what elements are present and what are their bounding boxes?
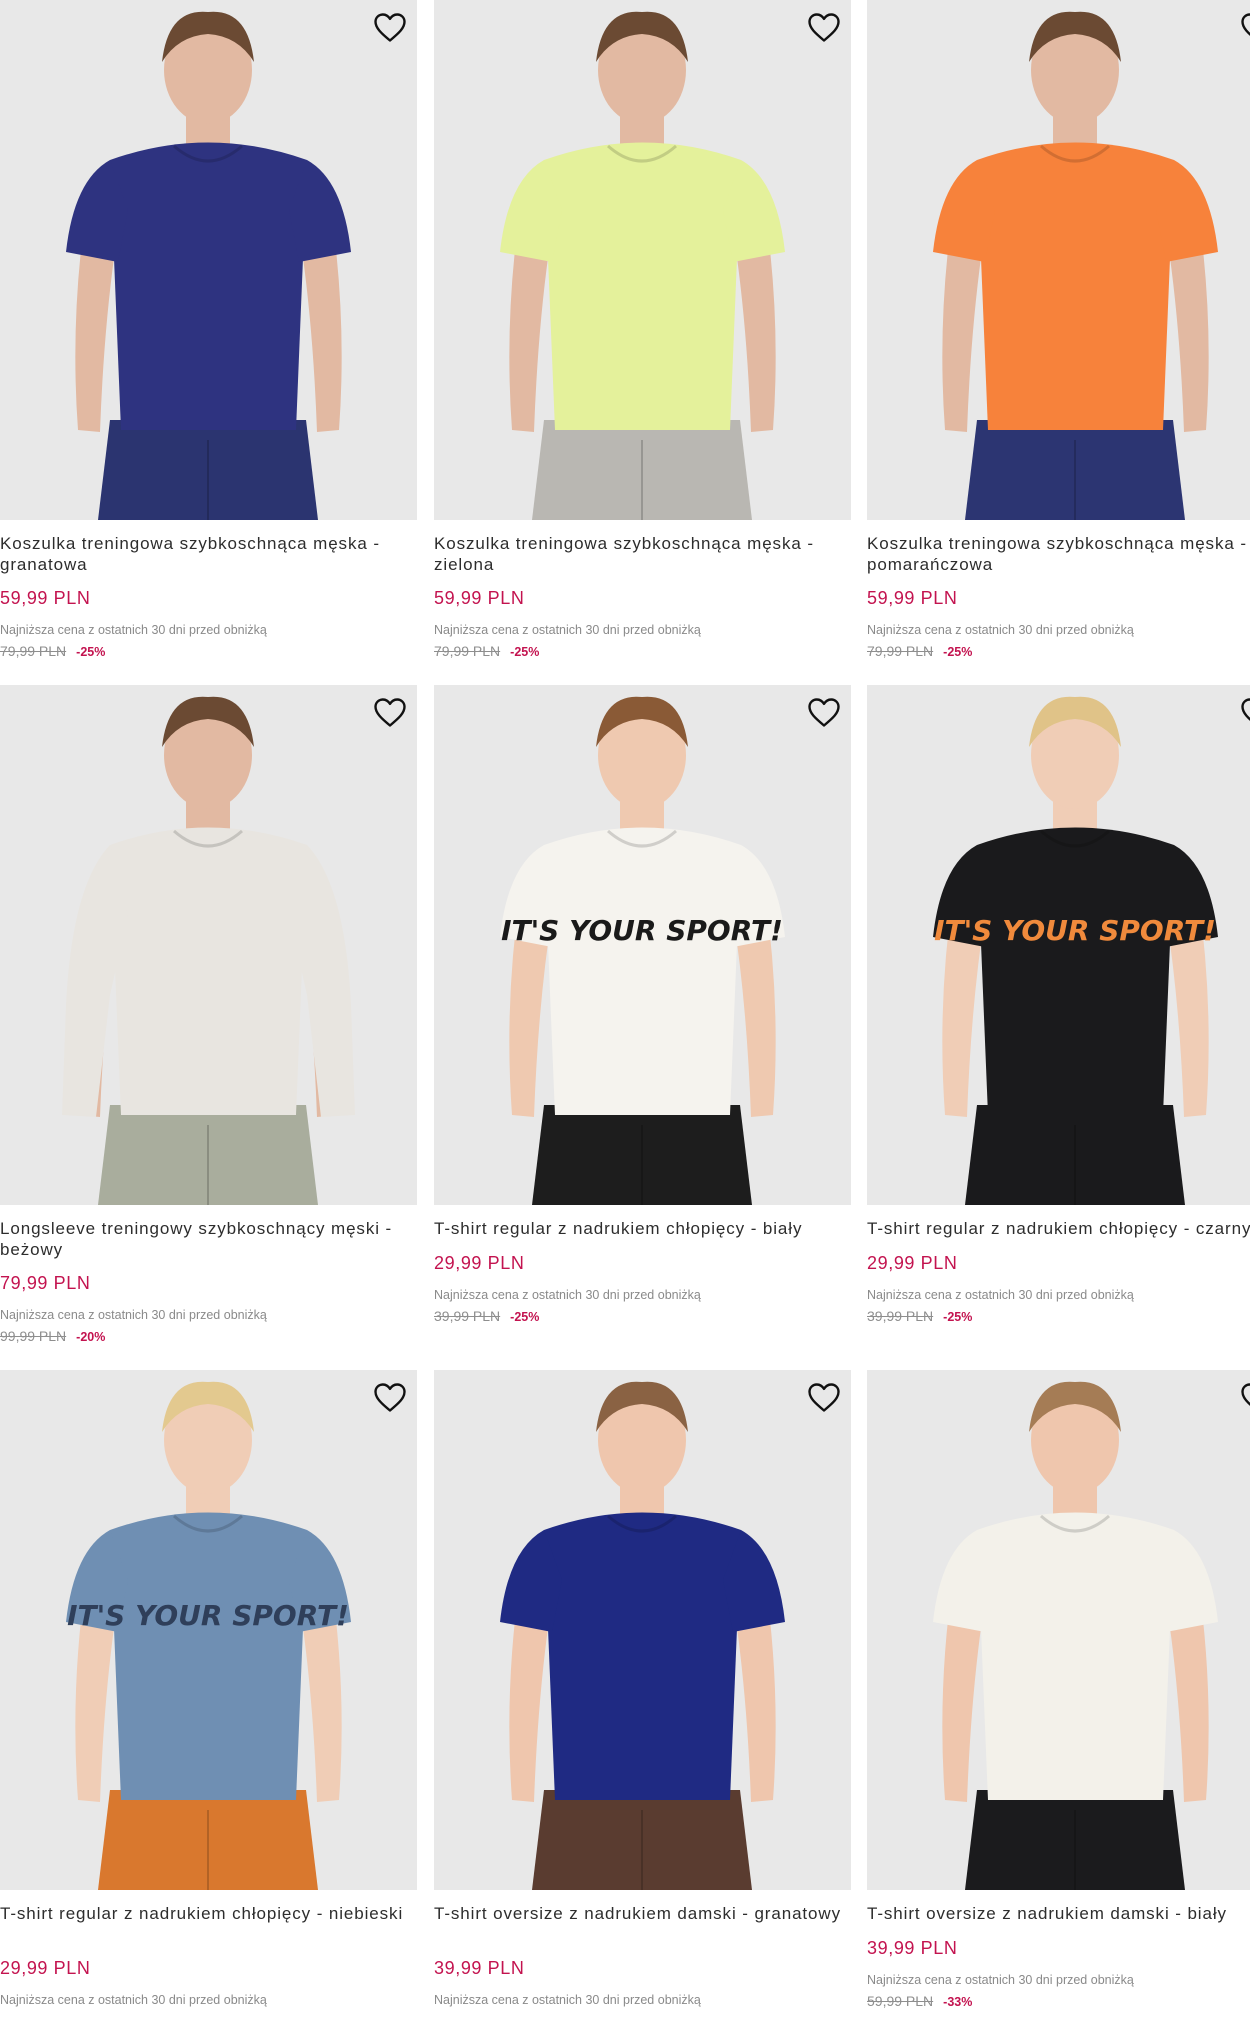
old-price-row: 79,99 PLN -25% <box>0 642 105 661</box>
product-title[interactable]: T-shirt regular z nadrukiem chłopięcy - … <box>0 1903 416 1924</box>
shirt-print-graphic: IT'S YOUR SPORT! <box>501 914 783 947</box>
lowest-price-note: Najniższa cena z ostatnich 30 dni przed … <box>0 623 267 637</box>
model-photo <box>0 0 417 520</box>
old-price: 79,99 PLN <box>0 643 67 659</box>
product-title[interactable]: Koszulka treningowa szybkoschnąca męska … <box>434 533 850 575</box>
old-price-row: 99,99 PLN -20% <box>0 1327 105 1346</box>
wishlist-heart-icon[interactable] <box>1238 1378 1250 1416</box>
discount-badge: -25% <box>510 645 540 659</box>
product-image[interactable] <box>0 685 417 1205</box>
old-price: 59,99 PLN <box>867 1993 934 2009</box>
old-price-row: 59,99 PLN -33% <box>867 1992 972 2011</box>
old-price: 39,99 PLN <box>434 1308 501 1324</box>
product-image[interactable]: IT'S YOUR SPORT! <box>0 1370 417 1890</box>
product-price: 59,99 PLN <box>0 588 91 608</box>
product-price: 29,99 PLN <box>867 1253 958 1273</box>
product-card[interactable]: Koszulka treningowa szybkoschnąca męska … <box>867 0 1250 660</box>
lowest-price-note: Najniższa cena z ostatnich 30 dni przed … <box>434 1288 701 1302</box>
wishlist-heart-icon[interactable] <box>1238 8 1250 46</box>
model-photo <box>867 0 1250 520</box>
wishlist-heart-icon[interactable] <box>371 1378 409 1416</box>
product-image[interactable]: IT'S YOUR SPORT! <box>434 685 851 1205</box>
product-price: 59,99 PLN <box>434 588 525 608</box>
product-title[interactable]: T-shirt oversize z nadrukiem damski - bi… <box>867 1903 1250 1924</box>
model-photo: IT'S YOUR SPORT! <box>867 685 1250 1205</box>
old-price: 79,99 PLN <box>867 643 934 659</box>
model-photo: IT'S YOUR SPORT! <box>0 1370 417 1890</box>
discount-badge: -25% <box>76 645 106 659</box>
product-card[interactable]: IT'S YOUR SPORT! T-shirt regular z nadru… <box>434 685 851 1345</box>
wishlist-heart-icon[interactable] <box>371 693 409 731</box>
model-photo <box>434 0 851 520</box>
wishlist-heart-icon[interactable] <box>805 693 843 731</box>
product-image[interactable] <box>434 0 851 520</box>
product-card[interactable]: Koszulka treningowa szybkoschnąca męska … <box>434 0 851 660</box>
old-price-row: 79,99 PLN -25% <box>867 642 972 661</box>
product-card[interactable]: IT'S YOUR SPORT! T-shirt regular z nadru… <box>867 685 1250 1345</box>
wishlist-heart-icon[interactable] <box>371 8 409 46</box>
old-price-row: 39,99 PLN -25% <box>434 1307 539 1326</box>
lowest-price-note: Najniższa cena z ostatnich 30 dni przed … <box>434 623 701 637</box>
product-price: 29,99 PLN <box>434 1253 525 1273</box>
product-card[interactable]: T-shirt oversize z nadrukiem damski - gr… <box>434 1370 851 2030</box>
product-title[interactable]: T-shirt regular z nadrukiem chłopięcy - … <box>867 1218 1250 1239</box>
product-price: 29,99 PLN <box>0 1958 91 1978</box>
discount-badge: -25% <box>510 1310 540 1324</box>
product-image[interactable] <box>867 0 1250 520</box>
product-card[interactable]: IT'S YOUR SPORT! T-shirt regular z nadru… <box>0 1370 417 2030</box>
product-grid: Koszulka treningowa szybkoschnąca męska … <box>0 0 1250 2014</box>
old-price: 39,99 PLN <box>867 1308 934 1324</box>
discount-badge: -20% <box>76 1330 106 1344</box>
product-image[interactable] <box>867 1370 1250 1890</box>
product-title[interactable]: T-shirt oversize z nadrukiem damski - gr… <box>434 1903 850 1924</box>
lowest-price-note: Najniższa cena z ostatnich 30 dni przed … <box>867 1288 1134 1302</box>
product-card[interactable]: Longsleeve treningowy szybkoschnący męsk… <box>0 685 417 1345</box>
lowest-price-note: Najniższa cena z ostatnich 30 dni przed … <box>867 1973 1134 1987</box>
lowest-price-note: Najniższa cena z ostatnich 30 dni przed … <box>867 623 1134 637</box>
wishlist-heart-icon[interactable] <box>1238 693 1250 731</box>
discount-badge: -25% <box>943 645 973 659</box>
shirt-print-graphic: IT'S YOUR SPORT! <box>934 914 1216 947</box>
product-title[interactable]: Koszulka treningowa szybkoschnąca męska … <box>0 533 416 575</box>
product-price: 79,99 PLN <box>0 1273 91 1293</box>
lowest-price-note: Najniższa cena z ostatnich 30 dni przed … <box>434 1993 701 2007</box>
wishlist-heart-icon[interactable] <box>805 1378 843 1416</box>
product-card[interactable]: Koszulka treningowa szybkoschnąca męska … <box>0 0 417 660</box>
wishlist-heart-icon[interactable] <box>805 8 843 46</box>
shirt-print-graphic: IT'S YOUR SPORT! <box>67 1599 349 1632</box>
product-image[interactable] <box>434 1370 851 1890</box>
product-price: 39,99 PLN <box>867 1938 958 1958</box>
product-title[interactable]: Koszulka treningowa szybkoschnąca męska … <box>867 533 1250 575</box>
product-image[interactable] <box>0 0 417 520</box>
old-price: 79,99 PLN <box>434 643 501 659</box>
lowest-price-note: Najniższa cena z ostatnich 30 dni przed … <box>0 1308 267 1322</box>
old-price-row: 39,99 PLN -25% <box>867 1307 972 1326</box>
product-image[interactable]: IT'S YOUR SPORT! <box>867 685 1250 1205</box>
product-price: 39,99 PLN <box>434 1958 525 1978</box>
product-title[interactable]: T-shirt regular z nadrukiem chłopięcy - … <box>434 1218 850 1239</box>
model-photo <box>0 685 417 1205</box>
discount-badge: -25% <box>943 1310 973 1324</box>
product-card[interactable]: T-shirt oversize z nadrukiem damski - bi… <box>867 1370 1250 2030</box>
discount-badge: -33% <box>943 1995 973 2009</box>
old-price-row: 79,99 PLN -25% <box>434 642 539 661</box>
model-photo: IT'S YOUR SPORT! <box>434 685 851 1205</box>
model-photo <box>867 1370 1250 1890</box>
lowest-price-note: Najniższa cena z ostatnich 30 dni przed … <box>0 1993 267 2007</box>
product-price: 59,99 PLN <box>867 588 958 608</box>
model-photo <box>434 1370 851 1890</box>
product-title[interactable]: Longsleeve treningowy szybkoschnący męsk… <box>0 1218 416 1260</box>
old-price: 99,99 PLN <box>0 1328 67 1344</box>
